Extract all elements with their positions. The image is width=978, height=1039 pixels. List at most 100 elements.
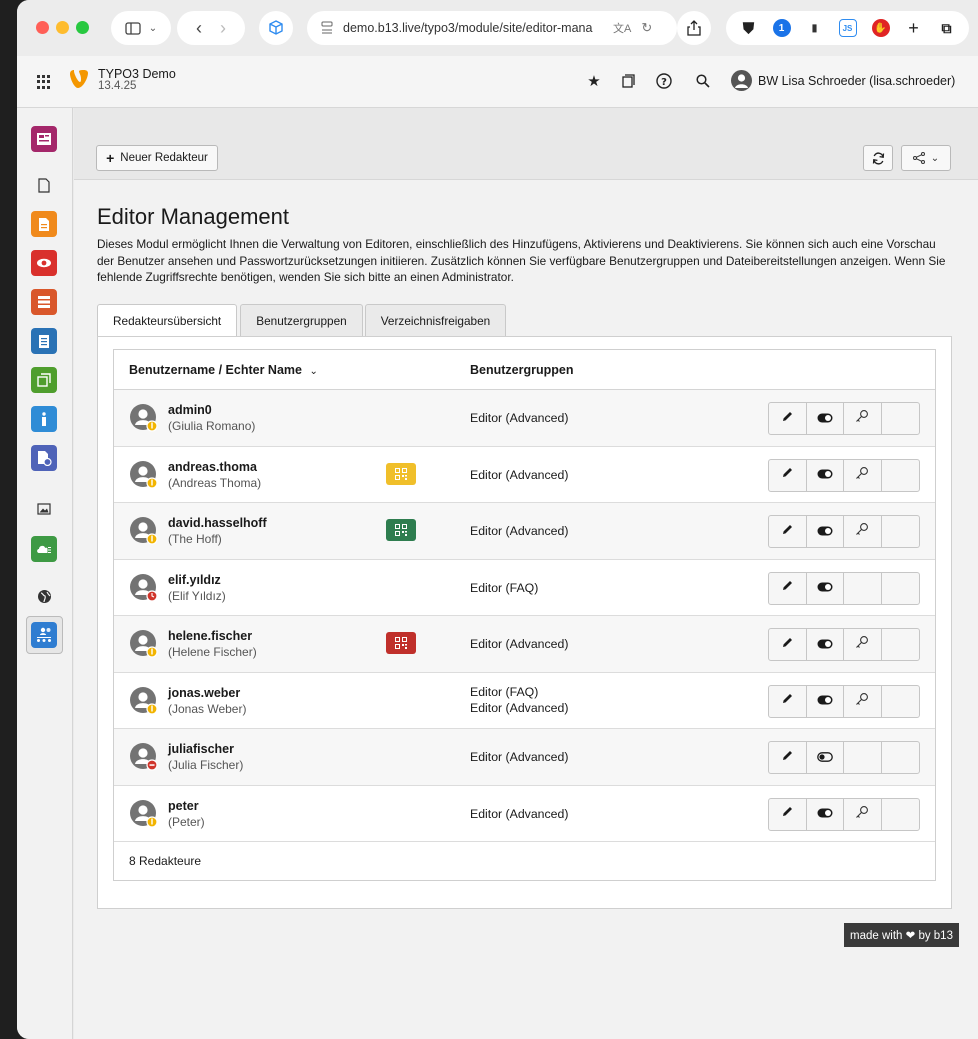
toggle-active-button[interactable] (807, 685, 844, 717)
share-dropdown-button[interactable]: ⌄ (901, 145, 951, 171)
empty-action-slot (882, 573, 919, 604)
toggle-active-button[interactable] (807, 798, 844, 830)
reset-password-button[interactable] (844, 798, 882, 830)
clipboard-icon[interactable] (617, 70, 639, 92)
stop-extension-icon[interactable]: ✋ (871, 19, 890, 37)
share-button[interactable] (677, 11, 711, 45)
reset-password-button[interactable] (844, 516, 882, 547)
table-body: admin0 (Giulia Romano) Editor (Advanced) an… (114, 390, 935, 842)
form-module-icon[interactable] (31, 289, 57, 315)
editor-table: Benutzername / Echter Name ⌄ Benutzergru… (113, 349, 936, 881)
extension-cube-button[interactable] (259, 11, 293, 45)
toggle-active-button[interactable] (807, 516, 844, 547)
key-icon (855, 692, 869, 711)
address-bar[interactable]: demo.b13.live/typo3/module/site/editor-m… (307, 11, 677, 45)
js-extension-icon[interactable]: JS (838, 19, 857, 37)
reload-page-icon[interactable]: ↻ (641, 20, 652, 36)
username: peter (168, 798, 199, 813)
workspaces-module-icon[interactable] (31, 367, 57, 393)
recycler-module-icon[interactable] (31, 445, 57, 471)
user-menu[interactable]: BW Lisa Schroeder (lisa.schroeder) (758, 74, 955, 88)
new-editor-button[interactable]: + Neuer Redakteur (96, 145, 218, 171)
username: jonas.weber (168, 685, 241, 700)
edit-button[interactable] (769, 572, 807, 604)
user-avatar[interactable] (731, 70, 752, 91)
translate-icon[interactable]: 文A (613, 20, 631, 36)
shield-extension-icon[interactable]: ⛊ (740, 19, 758, 37)
table-row: david.hasselhoff (The Hoff) Editor (Advanc… (114, 503, 935, 560)
back-button[interactable]: ‹ (196, 18, 202, 39)
bottle-extension-icon[interactable]: ▮ (806, 19, 824, 37)
edit-button[interactable] (769, 459, 807, 491)
tab-file-mounts[interactable]: Verzeichnisfreigaben (364, 304, 507, 337)
reset-password-button[interactable] (844, 459, 882, 491)
toggle-active-button[interactable] (807, 742, 844, 773)
edit-button[interactable] (769, 798, 807, 830)
toggle-active-button[interactable] (807, 572, 844, 604)
editor-management-module-icon[interactable] (31, 622, 57, 648)
sidebar-toggle-button[interactable]: ⌄ (111, 11, 171, 45)
user-group: Editor (FAQ) (470, 580, 539, 595)
qr-code-icon[interactable] (386, 519, 416, 541)
editor-count: 8 Redakteure (129, 854, 202, 868)
filelist-module-icon[interactable] (31, 496, 57, 522)
toggle-on-icon (817, 692, 833, 710)
row-actions (768, 628, 920, 661)
edit-button[interactable] (769, 742, 807, 773)
user-avatar-icon (129, 573, 159, 603)
password-extension-icon[interactable]: 1 (772, 19, 791, 37)
browser-window: ⌄ ‹ › demo.b13.live/typo3/module/site/ed… (17, 0, 978, 1039)
list-module-icon[interactable] (31, 211, 57, 237)
real-name: (Julia Fischer) (168, 758, 244, 772)
reload-button[interactable] (863, 145, 893, 171)
svg-text:?: ? (661, 77, 667, 88)
refresh-icon (872, 151, 884, 165)
empty-action-slot (882, 742, 919, 773)
empty-action-slot (882, 516, 919, 547)
toggle-active-button[interactable] (807, 629, 844, 660)
edit-button[interactable] (769, 516, 807, 547)
sites-globe-icon[interactable] (31, 583, 57, 609)
user-groups: Editor (Advanced) (470, 467, 568, 483)
help-icon[interactable]: ? (653, 70, 675, 92)
username: juliafischer (168, 742, 234, 756)
user-group: Editor (Advanced) (470, 750, 569, 764)
real-name: (Jonas Weber) (168, 701, 247, 716)
bookmark-star-icon[interactable]: ★ (583, 70, 605, 92)
new-tab-icon[interactable]: + (905, 18, 923, 38)
tab-overview-icon[interactable]: ⧉ (938, 19, 956, 37)
cloud-module-icon[interactable] (31, 536, 57, 562)
edit-button[interactable] (769, 685, 807, 717)
qr-code-icon[interactable] (386, 632, 416, 654)
sort-by-username-header[interactable]: Benutzername / Echter Name ⌄ (129, 363, 318, 377)
real-name: (Peter) (168, 814, 205, 829)
dashboard-module-icon[interactable] (31, 126, 57, 152)
qr-code-icon[interactable] (386, 462, 416, 485)
search-icon[interactable] (692, 70, 714, 92)
info-module-icon[interactable] (31, 406, 57, 432)
tab-user-groups[interactable]: Benutzergruppen (240, 304, 363, 337)
user-group: Editor (Advanced) (470, 411, 569, 425)
toggle-active-button[interactable] (807, 459, 844, 491)
reset-password-button[interactable] (844, 685, 882, 717)
empty-action-slot (882, 686, 919, 717)
tab-editor-overview[interactable]: Redakteursübersicht (97, 304, 238, 337)
reset-password-button[interactable] (844, 629, 882, 660)
info-list-module-icon[interactable] (31, 328, 57, 354)
view-module-icon[interactable] (31, 250, 57, 276)
pencil-icon (781, 579, 794, 597)
row-actions (768, 402, 920, 435)
app-menu-icon[interactable] (37, 75, 51, 89)
close-window-button[interactable] (36, 21, 49, 34)
toggle-active-button[interactable] (807, 403, 844, 434)
edit-button[interactable] (769, 403, 807, 434)
zoom-window-button[interactable] (76, 21, 89, 34)
minimize-window-button[interactable] (56, 21, 69, 34)
table-row: juliafischer (Julia Fischer) Editor (Advan… (114, 729, 935, 786)
forward-button[interactable]: › (220, 18, 226, 39)
user-avatar-icon (129, 629, 159, 659)
user-avatar-icon (129, 799, 159, 829)
edit-button[interactable] (769, 629, 807, 660)
reset-password-button[interactable] (844, 403, 882, 434)
page-module-icon[interactable] (31, 172, 57, 198)
